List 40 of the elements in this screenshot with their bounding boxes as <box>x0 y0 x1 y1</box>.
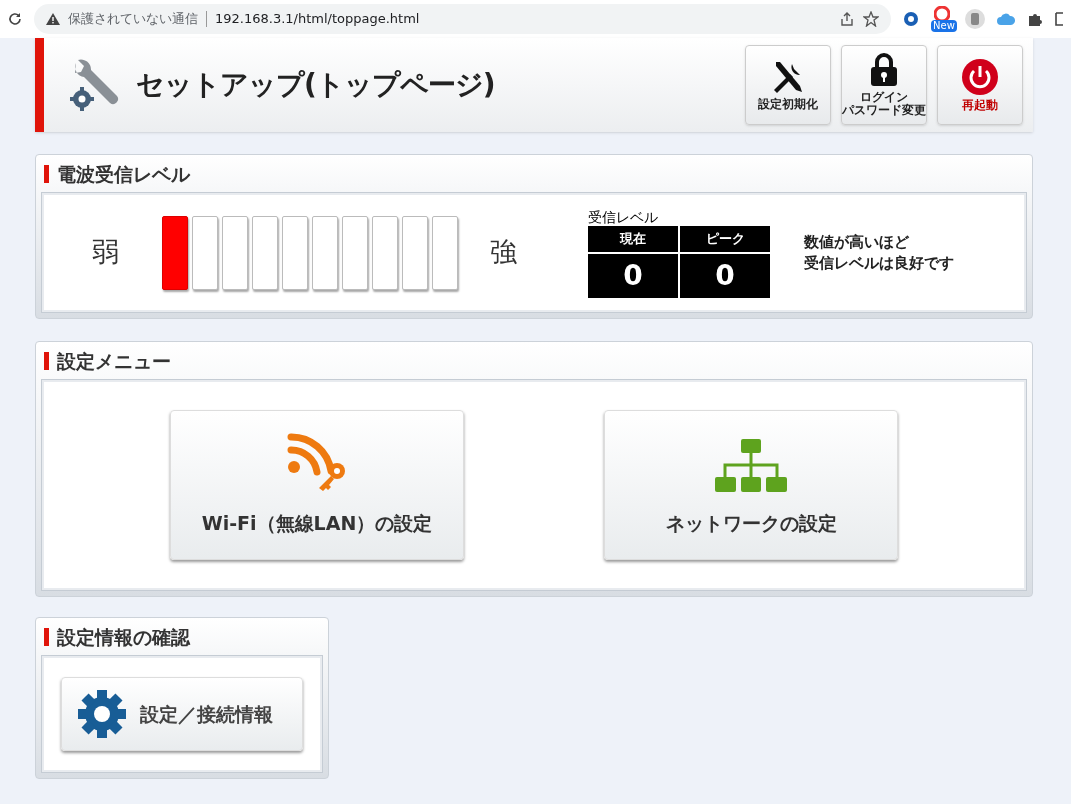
section-title: 電波受信レベル <box>57 161 190 187</box>
extension-icon[interactable] <box>934 6 950 22</box>
share-icon[interactable] <box>839 11 855 27</box>
level-note: 数値が高いほど <box>804 231 910 253</box>
section-title: 設定情報の確認 <box>57 624 190 650</box>
lock-icon <box>869 53 899 87</box>
extension-icon[interactable] <box>965 9 985 29</box>
security-status: 保護されていない通信 <box>68 10 198 29</box>
column-header: ピーク <box>680 225 770 252</box>
extension-icon[interactable] <box>903 11 919 27</box>
sidebar-icon[interactable] <box>1055 11 1063 27</box>
power-icon <box>962 58 998 95</box>
reboot-button[interactable]: 再起動 <box>937 45 1023 125</box>
password-button[interactable]: ログイン パスワード変更 <box>841 45 927 125</box>
level-note: 受信レベルは良好です <box>804 252 954 274</box>
puzzle-icon[interactable] <box>1027 11 1043 27</box>
warning-icon <box>46 13 60 25</box>
url-text: 192.168.3.1/html/toppage.html <box>215 10 421 29</box>
level-value: 0 <box>588 253 678 298</box>
star-icon[interactable] <box>863 11 879 27</box>
gear-icon <box>78 690 126 738</box>
section-title: 設定メニュー <box>57 348 171 374</box>
page-title: セットアップ(トップページ) <box>136 67 496 103</box>
strong-label: 強 <box>490 235 518 270</box>
reset-button[interactable]: 設定初期化 <box>745 45 831 125</box>
new-badge: New <box>931 20 957 32</box>
section-marker <box>44 165 49 183</box>
cloud-icon[interactable] <box>997 12 1015 26</box>
reading-title: 受信レベル <box>588 207 659 226</box>
column-header: 現在 <box>588 225 678 252</box>
network-settings-button[interactable]: ネットワークの設定 <box>604 410 898 560</box>
weak-label: 弱 <box>92 235 120 270</box>
network-tree-icon <box>715 438 787 493</box>
level-value: 0 <box>680 253 770 298</box>
reload-icon[interactable] <box>8 12 22 26</box>
section-marker <box>44 352 49 370</box>
address-bar[interactable]: 保護されていない通信 192.168.3.1/html/toppage.html <box>34 4 891 34</box>
wifi-settings-button[interactable]: Wi-Fi（無線LAN）の設定 <box>170 410 464 560</box>
section-marker <box>44 628 49 646</box>
connection-info-button[interactable]: 設定／接続情報 <box>61 677 303 751</box>
